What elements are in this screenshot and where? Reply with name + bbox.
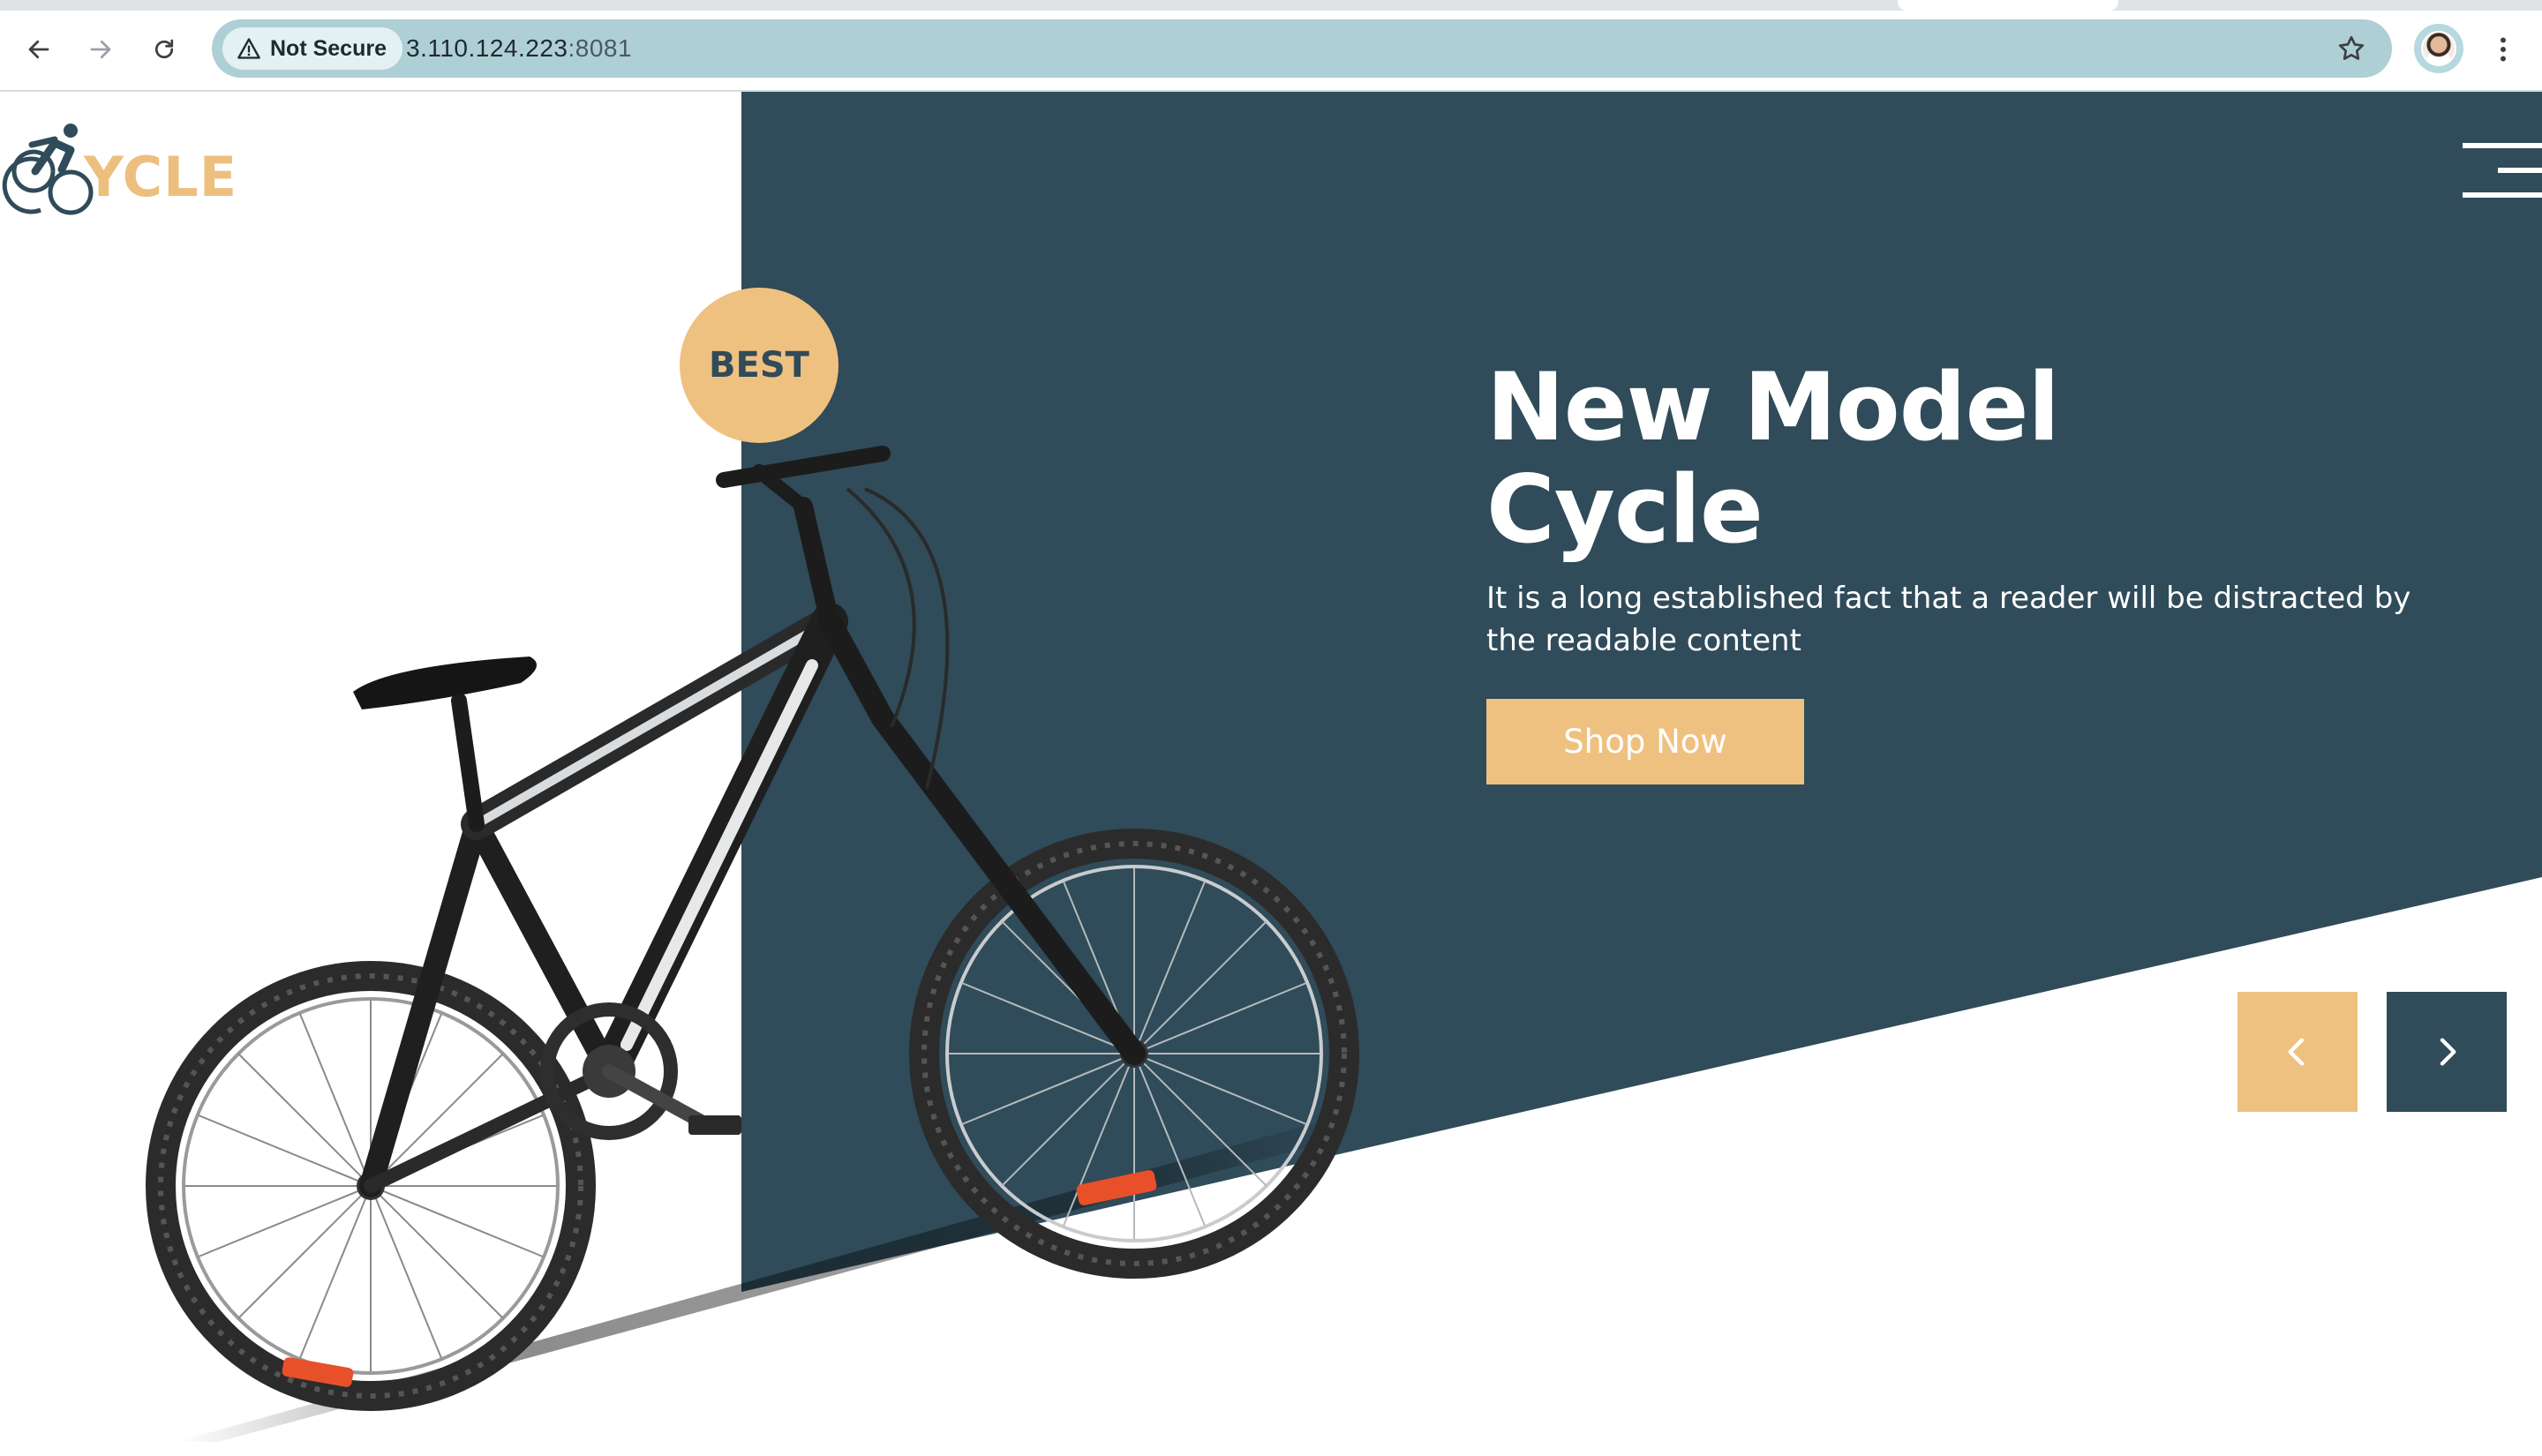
browser-toolbar: Not Secure 3.110.124.223:8081 <box>0 0 2542 92</box>
address-bar[interactable]: Not Secure 3.110.124.223:8081 <box>212 19 2392 78</box>
web-page: YCLE BEST New Model Cycle It is a long e… <box>0 92 2542 1456</box>
url-text[interactable]: 3.110.124.223:8081 <box>406 19 632 78</box>
bookmark-star-icon[interactable] <box>2335 33 2367 64</box>
hero-description: It is a long established fact that a rea… <box>1486 581 2411 658</box>
active-tab[interactable] <box>1898 0 2118 11</box>
logo-text: YCLE <box>84 145 238 209</box>
hero-title-line-2: Cycle <box>1486 455 1764 564</box>
url-host: 3.110.124.223 <box>406 34 568 62</box>
security-label: Not Secure <box>270 35 387 61</box>
more-vert-icon[interactable] <box>2487 32 2519 67</box>
warning-icon <box>237 38 260 59</box>
url-port: :8081 <box>568 34 633 62</box>
back-arrow-icon <box>28 40 49 59</box>
carousel-next-button[interactable] <box>2387 992 2507 1112</box>
forward-arrow-icon <box>90 40 111 59</box>
forward-button[interactable] <box>81 30 120 69</box>
site-security-chip[interactable]: Not Secure <box>222 27 402 70</box>
shop-now-button[interactable]: Shop Now <box>1486 699 1804 784</box>
best-badge: BEST <box>680 288 839 443</box>
carousel-prev-button[interactable] <box>2237 992 2358 1112</box>
best-badge-label: BEST <box>709 345 809 386</box>
hero-title: New Model Cycle <box>1486 356 2281 561</box>
hamburger-menu-icon[interactable] <box>2458 141 2542 199</box>
chevron-left-icon <box>2288 1038 2305 1066</box>
back-button[interactable] <box>19 30 58 69</box>
reload-button[interactable] <box>145 30 184 69</box>
chevron-right-icon <box>2440 1038 2456 1066</box>
bicycle-image <box>146 446 1359 1442</box>
profile-avatar[interactable] <box>2414 24 2463 73</box>
hero-title-line-1: New Model <box>1486 353 2060 462</box>
reload-icon <box>154 39 174 59</box>
tab-strip <box>0 0 2542 11</box>
avatar-image <box>2421 31 2456 66</box>
